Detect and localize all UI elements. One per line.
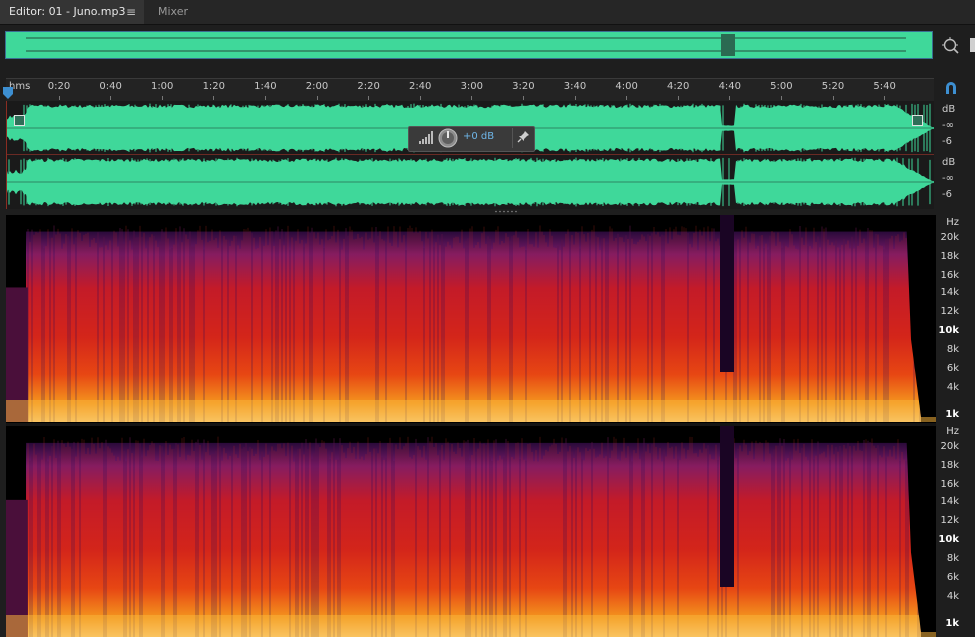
spectral-low-band [6,615,936,637]
ruler-tick [213,96,215,100]
ruler-tick-label: 5:00 [770,81,793,92]
frequency-label: 14k [940,287,959,298]
ruler-tick-label: 4:20 [666,81,690,92]
ruler-tick [677,96,679,100]
level-meter-icon [419,131,433,144]
overview-waveform[interactable] [6,32,932,58]
ch1-db-neg-inf: -∞ [942,120,954,131]
ruler-tick [832,96,834,100]
frequency-label: 8k [946,553,959,564]
ruler-tick-label: 5:40 [873,81,896,92]
frequency-label: 8k [946,344,959,355]
fade-in-handle[interactable] [14,115,25,126]
ruler-tick-label: 1:00 [150,81,174,92]
pin-icon[interactable] [517,130,530,143]
ch2-db-neg-inf: -∞ [942,173,954,184]
ruler-tick [161,96,163,100]
ruler-tick [419,96,421,100]
spectral-low-band [6,400,936,422]
ruler-tick-label: 2:00 [305,81,329,92]
frequency-label: Hz [946,217,959,228]
overview-fill [6,32,932,58]
ruler-tick [110,96,112,100]
ruler-tick [368,96,370,100]
frequency-label: Hz [946,426,959,437]
snap-magnet-icon[interactable] [944,81,958,95]
frequency-label: 10k [938,325,959,336]
ruler-tick-label: 1:20 [202,81,226,92]
ruler-tick-label: 4:00 [615,81,638,92]
ruler-tick-label: 2:20 [357,81,380,92]
frequency-label: 16k [940,270,959,281]
ruler-tick [264,96,266,100]
spectral-channel-left [6,215,936,422]
frequency-label: 20k [940,441,959,452]
frequency-label: 12k [940,306,959,317]
ruler-tick [884,96,886,100]
frequency-label: 1k [945,409,959,420]
frequency-label: 16k [940,479,959,490]
ruler-tick-label: 3:20 [512,81,535,92]
ruler-tick-label: 2:40 [408,81,432,92]
ruler-tick-label: 3:00 [460,81,484,92]
tab-mixer[interactable]: Mixer [145,0,205,24]
ruler-tick [729,96,731,100]
panel-resize-handle[interactable] [493,210,519,213]
ruler-tick-label: 0:20 [47,81,71,92]
ruler-tick-label: 5:20 [821,81,845,92]
ruler-tick [522,96,524,100]
ruler-tick [574,96,576,100]
ch2-db-minus6: -6 [942,189,952,200]
ch1-db-minus6: -6 [942,136,952,147]
frequency-label: 18k [940,251,959,262]
ruler-tick-label: 3:40 [563,81,587,92]
channel-divider [6,154,934,155]
frequency-label: 6k [946,572,959,583]
ch2-db-unit: dB [942,157,956,168]
frequency-label: 12k [940,515,959,526]
frequency-label: 1k [945,618,959,629]
ruler-tick-label: 4:40 [718,81,742,92]
fade-out-handle[interactable] [912,115,923,126]
overview-gap [721,34,735,56]
ruler-tick [471,96,473,100]
playhead-icon[interactable] [3,87,13,99]
tab-editor-label: Editor: 01 - Juno.mp3 [9,5,126,18]
frequency-label: 18k [940,460,959,471]
ch1-db-unit: dB [942,104,956,115]
spectral-frequency-display[interactable] [6,215,936,637]
frequency-label: 6k [946,363,959,374]
ruler-tick [58,96,60,100]
spectral-channel-right [6,426,936,637]
spectral-gap [720,215,734,372]
spectral-gap [720,426,734,587]
gain-value[interactable]: +0 dB [463,131,494,142]
ruler-tick [316,96,318,100]
tab-editor[interactable]: Editor: 01 - Juno.mp3 ≡ [0,0,144,24]
ruler-tick-label: 0:40 [99,81,122,92]
frequency-label: 20k [940,232,959,243]
ruler-tick-label: 1:40 [254,81,277,92]
gain-knob-icon[interactable] [438,128,458,148]
zoom-icon[interactable] [941,36,961,56]
ruler-tick [780,96,782,100]
tab-menu-icon[interactable]: ≡ [126,0,136,24]
panel-edge [970,38,975,52]
frequency-label: 14k [940,496,959,507]
frequency-label: 4k [946,382,959,393]
spectral-channel-divider [6,423,936,426]
frequency-label: 4k [946,591,959,602]
waveform-channel-right[interactable] [6,156,934,208]
ruler-tick [626,96,628,100]
frequency-label: 10k [938,534,959,545]
waveform-border [6,101,7,209]
hud-divider [512,128,513,148]
